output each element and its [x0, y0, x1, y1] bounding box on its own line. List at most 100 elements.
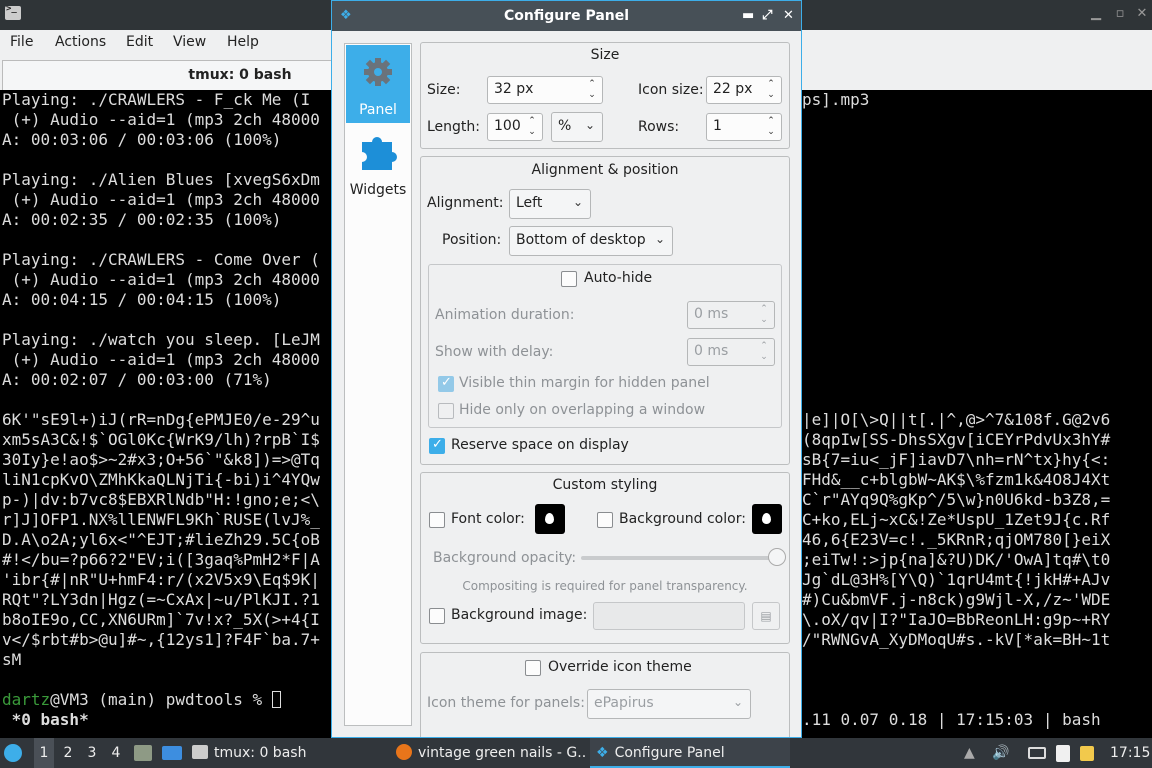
bg-image-checkbox[interactable] [429, 608, 445, 624]
terminal-app-icon [5, 4, 21, 20]
terminal-line: b8oIE9o,CC,XN6URm]`7v!x?_5X(>+4{I [2, 610, 320, 629]
rows-label: Rows: [638, 119, 680, 135]
position-value: Bottom of desktop [516, 232, 646, 248]
menu-file[interactable]: File [10, 34, 33, 50]
length-spinbox[interactable]: 100 ⌃ ⌄ [487, 113, 543, 141]
icon-size-spinbox[interactable]: 22 px ⌃ ⌄ [706, 76, 782, 104]
menu-help[interactable]: Help [227, 34, 259, 50]
autohide-checkbox[interactable] [561, 271, 577, 287]
terminal-line: RQt"?LY3dn|Hgz(=~CxAx|~u/PlKJI.?1 [2, 590, 320, 609]
autohide-subgroup: Auto-hide Animation duration: 0 ms ⌃ ⌄ Sh… [428, 264, 782, 428]
terminal-line: (+) Audio --aid=1 (mp3 2ch 48000 [2, 190, 320, 209]
reserve-space-checkbox[interactable] [429, 437, 445, 454]
close-icon[interactable]: ✕ [1134, 6, 1150, 22]
position-label: Position: [442, 232, 502, 248]
bg-color-checkbox[interactable] [597, 512, 613, 528]
task-terminal-label: tmux: 0 bash [214, 745, 307, 761]
icon-theme-value: ePapirus [594, 695, 654, 711]
category-panel[interactable]: Panel [346, 45, 410, 123]
font-color-checkbox[interactable] [429, 512, 445, 528]
size-spinbox[interactable]: 32 px ⌃ ⌄ [487, 76, 603, 104]
clock[interactable]: 17:15 [1110, 738, 1150, 768]
clipboard-icon[interactable] [1056, 738, 1074, 768]
terminal-line: Playing: ./watch you sleep. [LeJM [2, 330, 320, 349]
spin-arrows-icon[interactable]: ⌃ ⌄ [758, 304, 770, 326]
notes-icon[interactable] [1080, 738, 1098, 768]
spin-arrows-icon[interactable]: ⌃ ⌄ [765, 79, 777, 101]
font-color-button[interactable] [535, 504, 565, 534]
rows-spinbox[interactable]: 1 ⌃ ⌄ [706, 113, 782, 141]
bg-color-button[interactable] [752, 504, 782, 534]
workspace-1[interactable]: 1 [34, 738, 54, 768]
tray-up-icon[interactable]: ▲ [964, 738, 980, 768]
volume-icon[interactable]: 🔊 [992, 738, 1009, 768]
workspace-3[interactable]: 3 [82, 738, 102, 768]
workspace-4[interactable]: 4 [106, 738, 126, 768]
override-icon-theme-label: Override icon theme [548, 659, 692, 675]
chevron-down-icon: ⌄ [732, 695, 743, 709]
taskbar: 1 2 3 4 tmux: 0 bash vintage green nails… [0, 738, 1152, 768]
animation-duration-spinbox[interactable]: 0 ms ⌃ ⌄ [687, 301, 775, 329]
spin-arrows-icon[interactable]: ⌃ ⌄ [765, 116, 777, 138]
spin-arrows-icon[interactable]: ⌃ ⌄ [586, 79, 598, 101]
menu-view[interactable]: View [173, 34, 206, 50]
bg-opacity-slider[interactable] [581, 556, 777, 560]
icon-theme-label: Icon theme for panels: [427, 695, 585, 711]
alignment-group-title: Alignment & position [531, 162, 679, 178]
custom-styling-title: Custom styling [552, 477, 658, 493]
compositing-note: Compositing is required for panel transp… [462, 579, 748, 593]
length-unit-combo[interactable]: % ⌄ [551, 112, 603, 142]
icon-size-value: 22 px [713, 81, 753, 97]
task-configure-label: Configure Panel [614, 745, 725, 761]
terminal-line: xm5sA3C&!$`OGl0Kc{WrK9/lh)?rpB`I$ [2, 430, 320, 449]
position-combo[interactable]: Bottom of desktop ⌄ [509, 226, 673, 256]
terminal-cursor [271, 691, 281, 708]
terminal-line: (+) Audio --aid=1 (mp3 2ch 48000 [2, 110, 320, 129]
thin-margin-checkbox[interactable] [438, 375, 454, 392]
terminal-line: Playing: ./CRAWLERS - Come Over ( [2, 250, 320, 269]
terminal-line-right: /"RWNGvA_XyDMoqU#s.-kV[*ak=BH~1t [802, 630, 1111, 649]
icon-theme-combo[interactable]: ePapirus ⌄ [587, 689, 751, 719]
terminal-line-right: sB{7=iu<_jF]iavD7\nh=rN^tx}hy{<: [802, 450, 1111, 469]
task-configure-panel[interactable]: ❖ Configure Panel [590, 738, 790, 768]
dialog-minimize-icon[interactable]: ▬ [742, 1, 754, 31]
terminal-line-right: ;eiTw!:>jp{na]&?U)DK/'OwA]tq#\t0 [802, 550, 1111, 569]
terminal-line: sM [2, 650, 22, 669]
spin-arrows-icon[interactable]: ⌃ ⌄ [526, 116, 538, 138]
bg-image-path-input[interactable] [593, 602, 745, 630]
spin-arrows-icon[interactable]: ⌃ ⌄ [758, 341, 770, 363]
dialog-maximize-icon[interactable]: ⤢ [762, 1, 772, 31]
terminal-line: p-)|dv:b7vc8$EBXRlNdb"H:!gno;e;<\ [2, 490, 320, 509]
bg-image-label: Background image: [451, 607, 588, 623]
dialog-app-icon: ❖ [340, 8, 352, 23]
firefox-icon [396, 744, 412, 760]
maximize-icon[interactable]: ▫ [1112, 6, 1128, 22]
prompt-user: dartz [2, 690, 51, 709]
task-terminal[interactable]: tmux: 0 bash [192, 738, 382, 768]
reserve-space-label: Reserve space on display [451, 437, 629, 453]
dialog-titlebar: ❖ Configure Panel ▬ ⤢ ✕ [332, 1, 801, 31]
minimize-icon[interactable]: ▁ [1088, 6, 1104, 22]
configure-panel-dialog: ❖ Configure Panel ▬ ⤢ ✕ Panel Widgets Si… [331, 0, 802, 738]
overlap-checkbox[interactable] [438, 403, 454, 419]
alignment-value: Left [516, 195, 543, 211]
dialog-close-icon[interactable]: ✕ [783, 1, 794, 31]
animation-duration-value: 0 ms [694, 306, 729, 322]
bg-color-label: Background color: [619, 511, 746, 527]
bg-image-browse-icon[interactable]: ▤ [752, 602, 780, 630]
alignment-combo[interactable]: Left ⌄ [509, 189, 591, 219]
override-icon-theme-checkbox[interactable] [525, 660, 541, 676]
file-manager-icon[interactable] [134, 738, 156, 768]
terminal-line: #!</bu=?p66?2"EV;i([3gaq%PmH2*F|A [2, 550, 320, 569]
menu-actions[interactable]: Actions [55, 34, 106, 50]
workspace-2[interactable]: 2 [58, 738, 78, 768]
network-icon[interactable] [1028, 738, 1048, 768]
task-firefox[interactable]: vintage green nails - G... [396, 738, 586, 768]
bg-opacity-slider-handle[interactable] [768, 548, 786, 566]
show-desktop-icon[interactable] [162, 738, 184, 768]
terminal-line: Playing: ./CRAWLERS - F_ck Me (I [2, 90, 311, 109]
category-widgets[interactable]: Widgets [346, 126, 410, 204]
menu-edit[interactable]: Edit [126, 34, 153, 50]
show-delay-spinbox[interactable]: 0 ms ⌃ ⌄ [687, 338, 775, 366]
start-menu-icon[interactable] [4, 738, 28, 768]
